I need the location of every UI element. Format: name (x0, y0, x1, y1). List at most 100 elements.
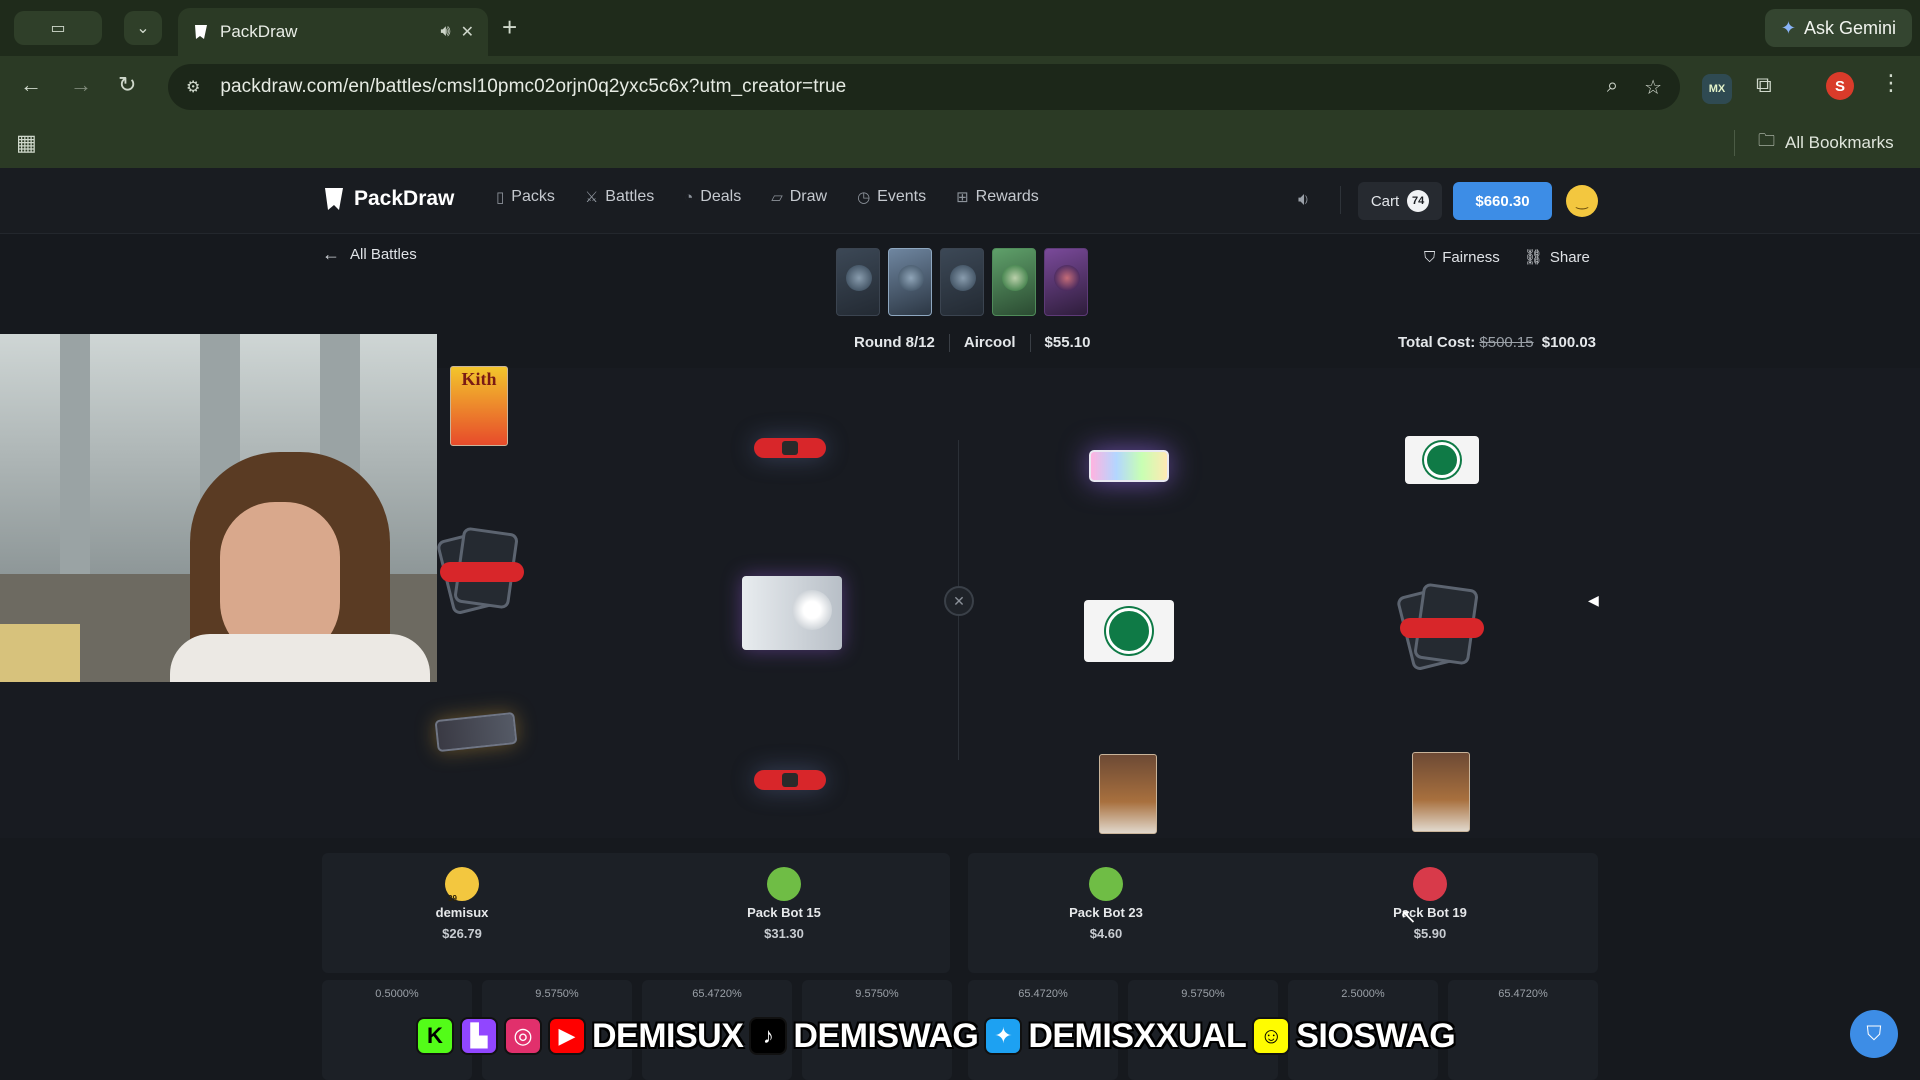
zoom-icon[interactable]: ⌕ (1607, 75, 1618, 100)
all-battles-link[interactable]: ← All Battles (322, 244, 417, 265)
chevron-down-icon: ⌄ (136, 20, 150, 37)
player-card[interactable]: Pack Bot 23 $4.60 (1016, 867, 1196, 941)
social-handles-overlay: K ▙ ◎ ▶ DEMISUX ♪ DEMISWAG ✦ DEMISXXUAL … (416, 1012, 1456, 1060)
browser-tab[interactable]: PackDraw 🔊︎ ✕ (178, 8, 488, 56)
streamer-webcam (0, 334, 437, 682)
address-url[interactable]: packdraw.com/en/battles/cmsl10pmc02orjn0… (220, 76, 846, 98)
odds-value: 2.5000% (1341, 988, 1385, 1000)
snapchat-handle: SIOSWAG (1296, 1016, 1456, 1055)
window-pane (0, 334, 60, 574)
nav-deals-label: Deals (700, 188, 742, 205)
mouse-cursor-icon: ↖ (1400, 906, 1417, 928)
all-bookmarks-label: All Bookmarks (1785, 132, 1894, 152)
balance-button[interactable]: $660.30 (1453, 182, 1552, 220)
current-pack-price: $55.10 (1044, 334, 1091, 351)
nav-events[interactable]: ◷ Events (857, 188, 926, 206)
speaker-icon[interactable]: 🔊︎ (441, 23, 451, 41)
user-avatar[interactable]: ‿ (1566, 185, 1598, 217)
nav-battles-label: Battles (605, 188, 655, 205)
main-nav: ▯ Packs ⚔︎ Battles ◔ Deals ▱ Draw ◷ Events ⊞ R… (496, 188, 1039, 206)
odds-value: 0.5000% (375, 988, 419, 1000)
player-name: Pack Bot 15 (747, 905, 821, 920)
apps-grid-icon[interactable]: ▦ (16, 130, 37, 156)
ask-gemini-button[interactable]: ✦ Ask Gemini (1764, 9, 1912, 47)
bookmarks-bar: ▦ 🗀 All Bookmarks (0, 118, 1920, 168)
starbucks-card-item (1405, 436, 1479, 484)
couch (0, 624, 80, 682)
nav-deals[interactable]: ◔ Deals (684, 188, 741, 206)
twitter-icon: ✦ (984, 1017, 1023, 1055)
snapchat-icon: ☺ (1252, 1017, 1291, 1055)
twitter-handle: DEMISXXUAL (1028, 1016, 1247, 1055)
odds-value: 9.5750% (1181, 988, 1225, 1000)
cart-button[interactable]: Cart 74 (1358, 182, 1442, 220)
nav-events-label: Events (877, 188, 927, 205)
extension-mx-icon[interactable]: MX (1702, 74, 1732, 104)
browser-menu-icon[interactable]: ⋮ (1880, 70, 1902, 96)
red-collar-item (754, 438, 826, 458)
nav-rewards[interactable]: ⊞ Rewards (956, 188, 1039, 206)
instagram-icon: ◎ (504, 1017, 542, 1055)
browser-chrome: ▭ ⌄ PackDraw 🔊︎ ✕ + ✦ Ask Gemini ← → ↻ ⚙… (0, 0, 1920, 168)
packdraw-logo-icon (325, 188, 343, 210)
current-pack-name: Aircool (963, 334, 1016, 351)
address-bar[interactable]: ⚙︎ packdraw.com/en/battles/cmsl10pmc02or… (168, 64, 1680, 110)
player-avatar (1413, 867, 1447, 901)
logo-text: PackDraw (354, 187, 455, 210)
nav-draw[interactable]: ▱ Draw (771, 188, 827, 206)
support-chat-button[interactable]: ⛉ (1850, 1010, 1898, 1058)
kith-cereal-item: Kith (450, 366, 508, 446)
pack-thumb[interactable] (992, 248, 1036, 316)
volume-icon[interactable]: 🔉︎ (1298, 189, 1309, 210)
kith-label: Kith (461, 369, 497, 389)
player-card[interactable]: Pack Bot 19 $5.90 (1340, 867, 1520, 941)
nav-draw-label: Draw (789, 188, 828, 205)
profile-avatar[interactable]: S (1826, 72, 1854, 100)
extensions-puzzle-icon[interactable]: ⧉ (1756, 72, 1772, 98)
window-icon: ▭ (50, 20, 66, 37)
packdraw-logo[interactable]: PackDraw (322, 186, 454, 212)
twitch-icon: ▙ (460, 1017, 498, 1055)
player-card[interactable]: Pack Bot 15 $31.30 (694, 867, 874, 941)
collar-on-pack (1400, 618, 1484, 638)
round-divider (948, 334, 950, 352)
pack-thumb[interactable] (888, 248, 932, 316)
tab-bar: ▭ ⌄ PackDraw 🔊︎ ✕ + ✦ Ask Gemini (0, 0, 1920, 56)
round-info: Round 8/12 Aircool $55.10 (854, 334, 1090, 352)
nav-rewards-label: Rewards (975, 188, 1039, 205)
odds-value: 9.5750% (535, 988, 579, 1000)
tab-list-button[interactable]: ⌄ (124, 11, 162, 45)
player-card[interactable]: 39 demisux $26.79 (372, 867, 552, 941)
all-bookmarks-button[interactable]: 🗀 All Bookmarks (1758, 128, 1894, 157)
nav-packs[interactable]: ▯ Packs (496, 188, 555, 206)
starbucks-logo (1424, 442, 1460, 478)
close-tab-icon[interactable]: ✕ (461, 22, 474, 42)
pack-thumb[interactable] (836, 248, 880, 316)
new-tab-button[interactable]: + (502, 12, 517, 43)
youtube-handle: DEMISUX (592, 1016, 744, 1055)
all-battles-label: All Battles (350, 246, 417, 263)
team-card: Pack Bot 23 $4.60 Pack Bot 19 $5.90 (968, 853, 1598, 973)
tiktok-icon: ♪ (749, 1017, 788, 1055)
tab-title: PackDraw (220, 22, 298, 41)
forward-arrow-icon[interactable]: → (70, 72, 92, 98)
nav-battles[interactable]: ⚔︎ Battles (585, 188, 654, 206)
odds-value: 65.4720% (1018, 988, 1068, 1000)
rgb-keyboard-item (1089, 450, 1169, 482)
share-button[interactable]: ⛓︎ Share (1524, 248, 1590, 267)
tab-search-button[interactable]: ▭ (14, 11, 102, 45)
collar-on-pack (440, 562, 524, 582)
pack-stack-item (435, 526, 524, 616)
odds-card[interactable]: 65.4720% (1448, 980, 1598, 1080)
site-settings-icon[interactable]: ⚙︎ (186, 77, 200, 97)
site-header: PackDraw ▯ Packs ⚔︎ Battles ◔ Deals ▱ Draw ◷… (0, 168, 1920, 234)
cereal-box-item (1099, 754, 1157, 834)
odds-value: 9.5750% (855, 988, 899, 1000)
back-arrow-icon[interactable]: ← (20, 72, 42, 98)
bookmark-star-icon[interactable]: ☆ (1644, 75, 1662, 100)
reload-icon[interactable]: ↻ (118, 72, 136, 98)
fairness-button[interactable]: ⛉ Fairness (1424, 248, 1500, 266)
pack-thumb[interactable] (940, 248, 984, 316)
player-amount: $4.60 (1089, 926, 1123, 941)
pack-thumb[interactable] (1044, 248, 1088, 316)
